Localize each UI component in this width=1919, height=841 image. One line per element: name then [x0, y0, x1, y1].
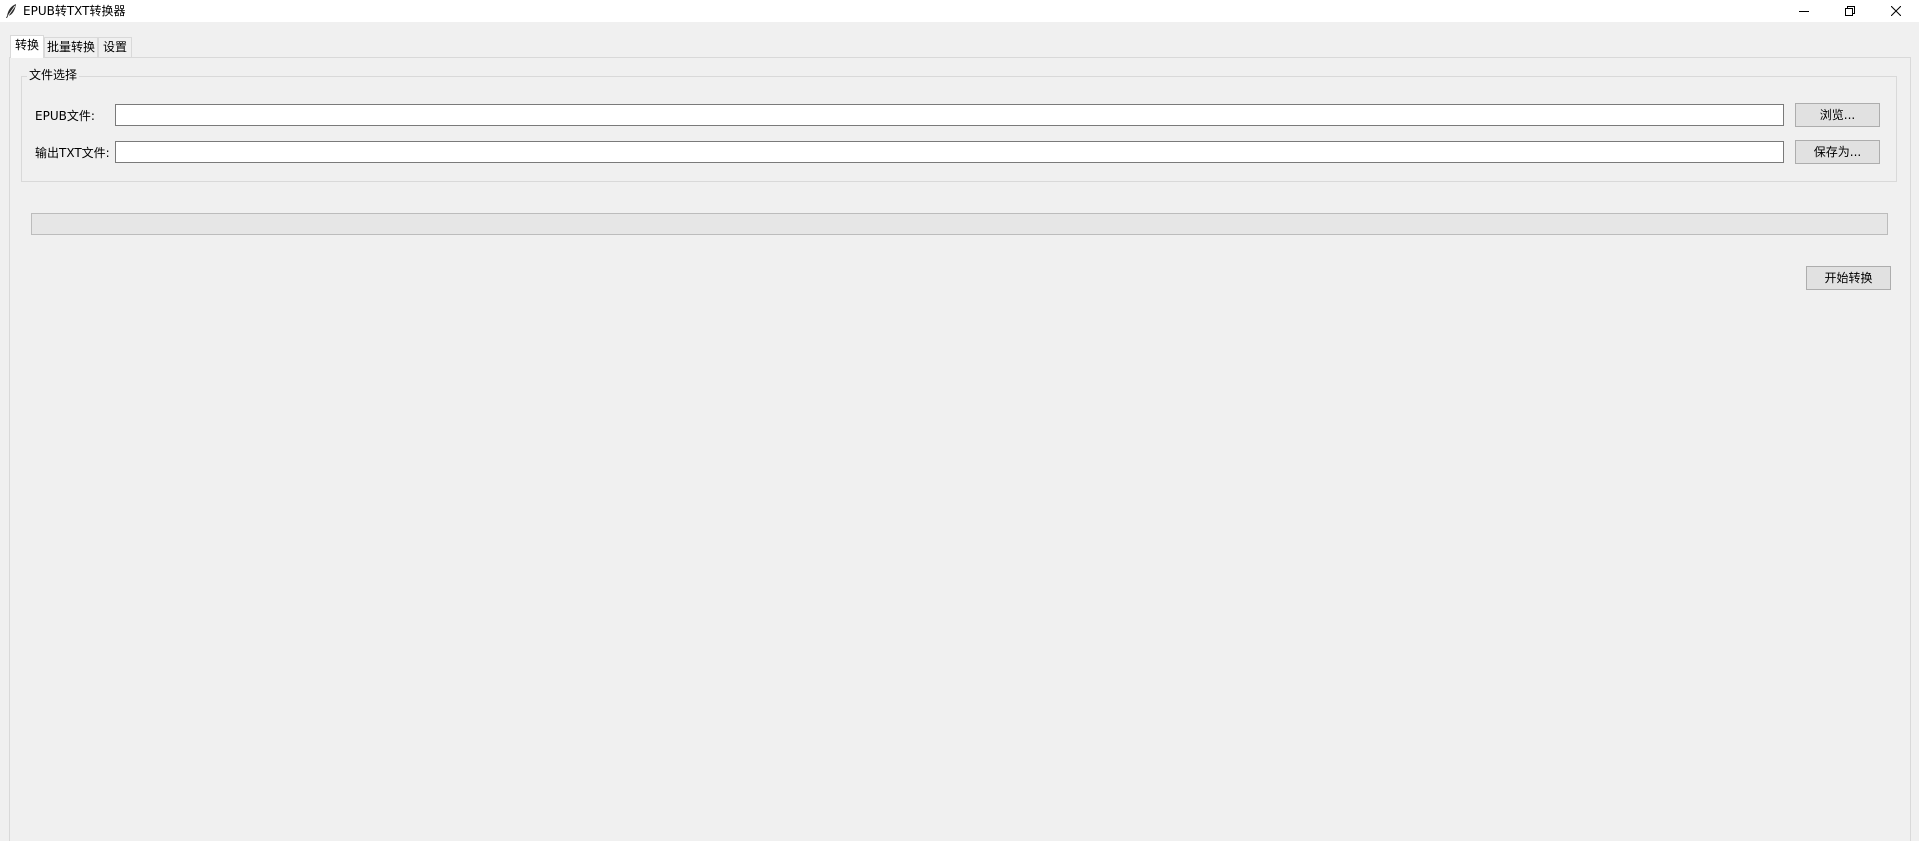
browse-button[interactable]: 浏览...	[1795, 103, 1880, 127]
progress-bar	[31, 213, 1888, 235]
close-icon	[1891, 6, 1901, 16]
file-selection-title: 文件选择	[27, 68, 80, 82]
window-title: EPUB转TXT转换器	[23, 4, 126, 18]
tab-convert[interactable]: 转换	[10, 35, 44, 58]
tab-settings[interactable]: 设置	[98, 37, 132, 57]
output-txt-input[interactable]	[115, 141, 1784, 163]
epub-file-input[interactable]	[115, 104, 1784, 126]
file-selection-group	[21, 76, 1897, 182]
restore-button[interactable]	[1827, 0, 1873, 22]
restore-icon	[1845, 6, 1855, 16]
minimize-icon	[1799, 6, 1809, 16]
output-txt-label: 输出TXT文件:	[35, 146, 110, 160]
minimize-button[interactable]	[1781, 0, 1827, 22]
title-bar: EPUB转TXT转换器	[0, 0, 1919, 22]
start-convert-button[interactable]: 开始转换	[1806, 266, 1891, 290]
feather-icon	[4, 3, 18, 19]
tab-batch-convert[interactable]: 批量转换	[44, 37, 98, 57]
epub-file-label: EPUB文件:	[35, 109, 95, 123]
close-button[interactable]	[1873, 0, 1919, 22]
save-as-button[interactable]: 保存为...	[1795, 140, 1880, 164]
app-window: EPUB转TXT转换器 转换 批量转换 设置 文件选择 EPUB文件: 浏览..…	[0, 0, 1919, 841]
